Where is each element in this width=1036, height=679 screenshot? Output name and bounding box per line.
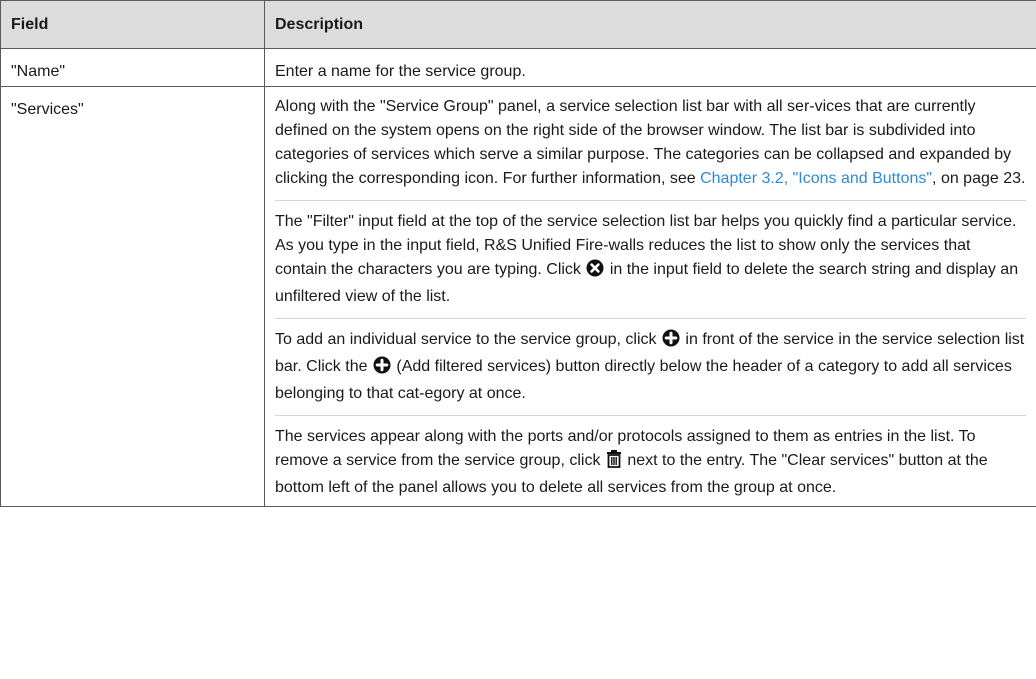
chapter-link[interactable]: Chapter 3.2, "Icons and Buttons": [700, 170, 932, 187]
field-name: "Name": [0, 48, 265, 87]
field-services: "Services": [0, 86, 265, 507]
clear-x-circle-icon: [586, 259, 604, 285]
paragraph-text: , on page 23.: [932, 170, 1026, 187]
description-name: Enter a name for the service group.: [264, 48, 1036, 87]
header-field: Field: [0, 0, 265, 49]
services-paragraph-3: To add an individual service to the serv…: [275, 318, 1026, 415]
table-row: "Services" Along with the "Service Group…: [0, 86, 1036, 507]
plus-circle-icon: [662, 329, 680, 355]
table-row: "Name" Enter a name for the service grou…: [0, 48, 1036, 87]
paragraph-text: To add an individual service to the serv…: [275, 331, 661, 348]
description-services: Along with the "Service Group" panel, a …: [264, 86, 1036, 507]
plus-circle-icon: [373, 356, 391, 382]
field-description-table: Field Description "Name" Enter a name fo…: [0, 0, 1036, 507]
services-paragraph-4: The services appear along with the ports…: [275, 415, 1026, 506]
header-description: Description: [264, 0, 1036, 49]
trash-icon: [606, 450, 622, 476]
table-header-row: Field Description: [0, 0, 1036, 49]
services-paragraph-1: Along with the "Service Group" panel, a …: [275, 87, 1026, 200]
services-paragraph-2: The "Filter" input field at the top of t…: [275, 200, 1026, 318]
